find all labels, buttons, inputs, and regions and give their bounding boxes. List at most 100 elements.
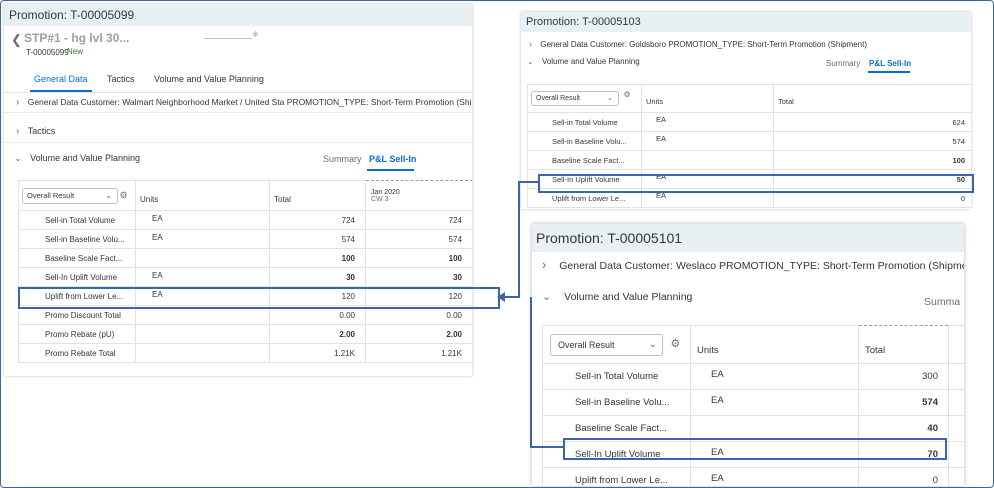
settings-icon[interactable]: ⚙ [120, 190, 128, 201]
connector-line [530, 446, 564, 448]
truncated-column-cell [948, 441, 964, 468]
row-units[interactable]: EA [641, 112, 774, 132]
table-row: Baseline Scale Fact... 100 100 [18, 248, 472, 268]
tab-volume-value-planning[interactable]: Volume and Value Planning [154, 74, 264, 84]
row-total[interactable]: 2.00 [269, 324, 366, 344]
panel-title: Promotion: T-00005103 [521, 12, 971, 32]
table-row: Sell-In Uplift Volume EA 30 30 [18, 267, 472, 287]
total-header: Total [773, 84, 971, 113]
tactics-section[interactable]: › Tactics [4, 120, 472, 143]
general-data-summary: General Data Customer: Weslaco PROMOTION… [559, 260, 964, 272]
row-label: Uplift from Lower Le... [542, 467, 691, 486]
row-label: Promo Rebate Total [18, 343, 136, 363]
back-chevron-icon[interactable]: ❮ [11, 32, 22, 48]
table-row: Sell-in Baseline Volu... EA 574 [542, 389, 964, 416]
units-header: Units [135, 180, 270, 211]
table-row: Sell-in Baseline Volu... EA 574 574 [18, 229, 472, 249]
row-period-value[interactable]: 2.00 [365, 324, 472, 344]
row-units[interactable] [135, 343, 270, 363]
general-data-summary: General Data Customer: Goldsboro PROMOTI… [540, 40, 868, 49]
object-title: STP#1 - hg lvl 30... [24, 31, 130, 45]
chevron-down-icon: ⌄ [607, 95, 613, 102]
row-period-value[interactable]: 574 [365, 229, 472, 249]
row-period-value[interactable]: 100 [365, 248, 472, 268]
table-row: Sell-in Baseline Volu... EA 574 [527, 131, 971, 151]
row-units[interactable]: EA [135, 229, 270, 249]
row-units[interactable] [135, 324, 270, 344]
object-id: T-00005099 [26, 48, 69, 57]
row-label: Baseline Scale Fact... [527, 150, 642, 170]
truncated-column-cell [948, 415, 964, 442]
row-period-value[interactable]: 724 [365, 210, 472, 230]
expand-chevron-icon[interactable]: › [16, 93, 19, 112]
tactics-label: Tactics [27, 126, 56, 136]
chevron-down-icon: ⌄ [105, 190, 112, 200]
pl-sell-in-button[interactable]: P&L Sell-In [869, 59, 911, 68]
highlight-box-panel2-uplift [538, 174, 974, 193]
row-total[interactable]: 100 [773, 150, 971, 170]
summary-button[interactable]: Summary [323, 154, 362, 164]
settings-icon[interactable]: ⚙ [624, 90, 631, 99]
tab-tactics[interactable]: Tactics [107, 74, 135, 84]
table-row: Promo Rebate (pU) 2.00 2.00 [18, 324, 472, 344]
vvp-label: Volume and Value Planning [541, 57, 640, 66]
vvp-section[interactable]: ⌄ Volume and Value Planning [532, 286, 964, 308]
active-view-indicator [367, 169, 414, 171]
row-total[interactable]: 574 [269, 229, 366, 249]
row-units[interactable]: EA [690, 389, 859, 416]
overall-result-dropdown[interactable]: Overall Result ⌄ [531, 91, 619, 106]
pl-sell-in-button[interactable]: P&L Sell-In [369, 154, 416, 164]
overall-result-dropdown[interactable]: Overall Result ⌄ [22, 187, 118, 204]
row-units[interactable] [641, 150, 774, 170]
truncated-column-cell [948, 467, 964, 486]
row-total[interactable]: 0 [858, 467, 949, 486]
row-units[interactable] [135, 248, 270, 268]
row-total[interactable]: 724 [269, 210, 366, 230]
collapse-chevron-icon[interactable]: ⌄ [527, 54, 534, 70]
row-period-value[interactable]: 30 [365, 267, 472, 287]
row-units[interactable]: EA [690, 467, 859, 486]
row-total[interactable]: 574 [773, 131, 971, 151]
expand-chevron-icon[interactable]: › [16, 121, 19, 142]
summary-button[interactable]: Summary [826, 59, 860, 68]
row-label: Sell-in Total Volume [18, 210, 136, 230]
expand-chevron-icon[interactable]: › [542, 254, 546, 276]
table-header-row: Overall Result ⌄ ⚙ Units Total Jan 2020 … [18, 180, 472, 211]
table-header-row: Overall Result ⌄ ⚙ Units Total [542, 325, 964, 364]
period-header: Jan 2020 CW 3 [365, 180, 472, 211]
overall-result-dropdown[interactable]: Overall Result ⌄ [550, 333, 663, 356]
row-total[interactable]: 1.21K [269, 343, 366, 363]
row-units[interactable]: EA [135, 210, 270, 230]
collapse-chevron-icon[interactable]: ⌄ [14, 147, 22, 169]
collapse-chevron-icon[interactable]: ⌄ [542, 286, 551, 308]
row-label: Sell-In Uplift Volume [18, 267, 136, 287]
row-total[interactable]: 100 [269, 248, 366, 268]
summary-button[interactable]: Summa [924, 296, 960, 308]
object-header: ❮ STP#1 - hg lvl 30... ✱ T-00005099 New [4, 26, 472, 66]
row-total[interactable]: 30 [269, 267, 366, 287]
filter-cell: Overall Result ⌄ ⚙ [542, 325, 691, 364]
dropdown-value: Overall Result [558, 339, 615, 350]
settings-icon[interactable]: ⚙ [671, 337, 681, 350]
row-label: Sell-in Baseline Volu... [542, 389, 691, 416]
tab-general-data[interactable]: General Data [34, 74, 88, 84]
row-units[interactable]: EA [641, 131, 774, 151]
truncated-column-header [948, 325, 964, 364]
units-header: Units [690, 325, 859, 364]
row-units[interactable]: EA [135, 267, 270, 287]
row-total[interactable]: 624 [773, 112, 971, 132]
filter-cell: Overall Result ⌄ ⚙ [18, 180, 136, 211]
pl-table: Overall Result ⌄ ⚙ Units Total Jan 2020 … [18, 180, 472, 363]
row-units[interactable]: EA [690, 363, 859, 390]
general-data-section[interactable]: › General Data Customer: Goldsboro PROMO… [521, 36, 971, 52]
tab-bar: General Data Tactics Volume and Value Pl… [4, 68, 472, 93]
table-header-row: Overall Result ⌄ ⚙ Units Total [527, 84, 971, 113]
expand-chevron-icon[interactable]: › [529, 36, 532, 52]
row-total[interactable]: 574 [858, 389, 949, 416]
table-row: Sell-in Total Volume EA 724 724 [18, 210, 472, 230]
title-edit-line [204, 38, 252, 39]
row-total[interactable]: 300 [858, 363, 949, 390]
general-data-section[interactable]: › General Data Customer: Weslaco PROMOTI… [532, 254, 964, 276]
row-period-value[interactable]: 1.21K [365, 343, 472, 363]
general-data-section[interactable]: › General Data Customer: Walmart Neighbo… [4, 92, 472, 113]
